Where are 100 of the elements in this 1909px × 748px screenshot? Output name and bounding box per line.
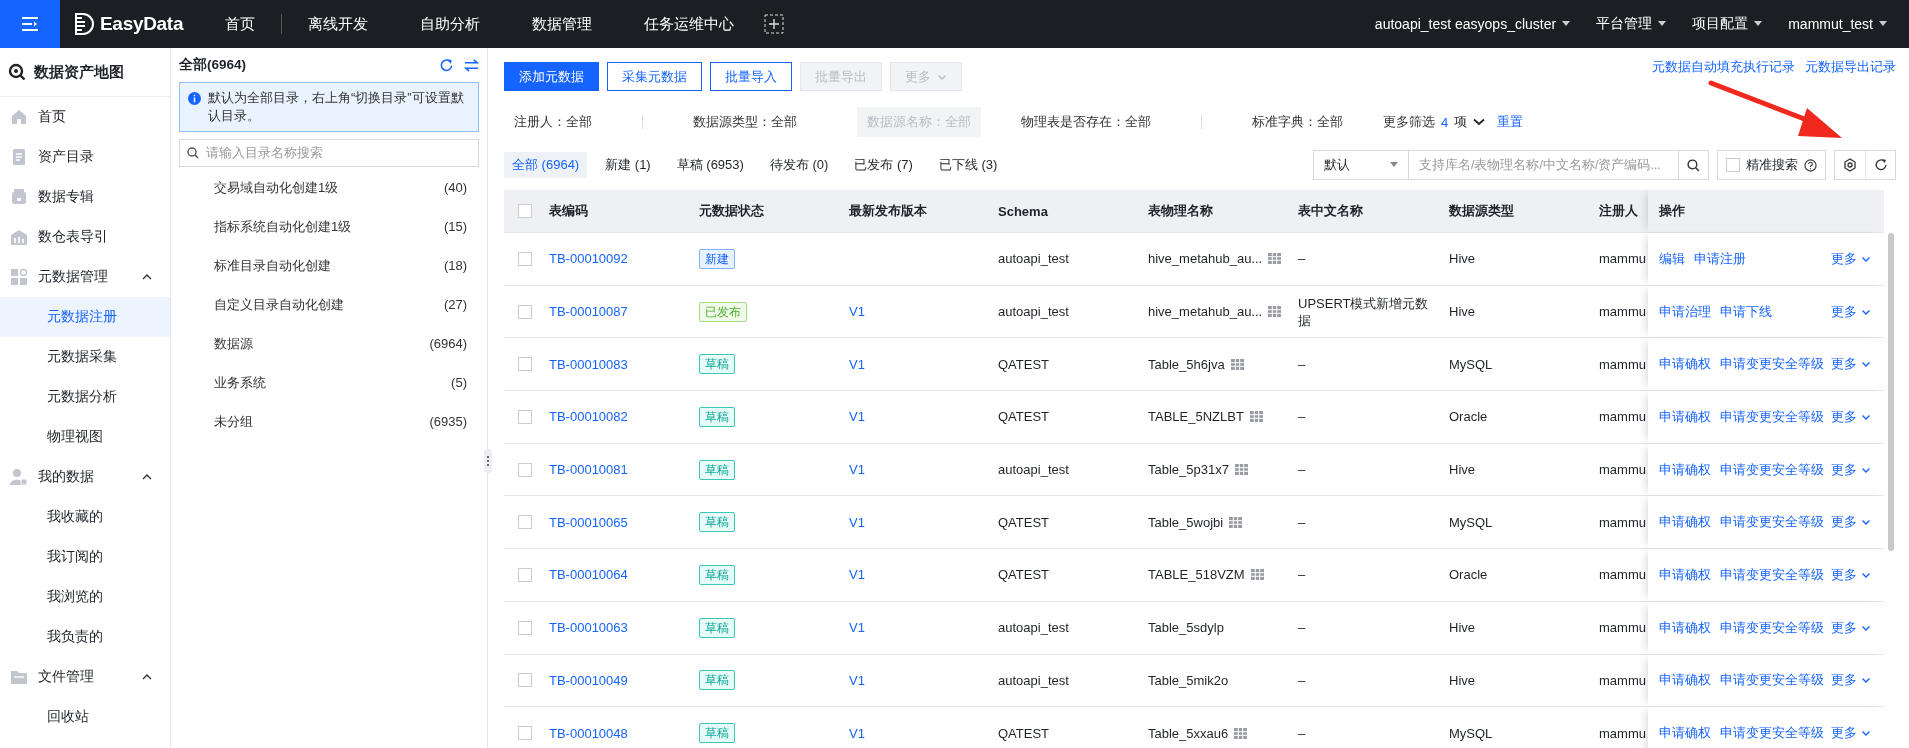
row-action-link[interactable]: 申请确权: [1659, 460, 1711, 479]
status-tab[interactable]: 草稿 (6953): [668, 152, 752, 178]
row-action-link[interactable]: 申请变更安全等级: [1720, 513, 1824, 532]
filter-dropdown[interactable]: 注册人：全部: [504, 113, 602, 131]
sidebar-item[interactable]: 物理视图: [0, 417, 170, 457]
more-actions-link[interactable]: 更多: [1831, 565, 1871, 584]
table-icon[interactable]: [1230, 358, 1244, 370]
row-action-link[interactable]: 申请注册: [1694, 249, 1746, 268]
version-link[interactable]: V1: [849, 514, 865, 530]
filter-dropdown[interactable]: 标准字典：全部: [1242, 113, 1353, 131]
row-action-link[interactable]: 申请确权: [1659, 671, 1711, 690]
sidebar-item[interactable]: 资产目录: [0, 137, 170, 177]
table-code-link[interactable]: TB-00010083: [549, 356, 628, 372]
status-tab[interactable]: 已下线 (3): [930, 152, 1006, 178]
table-code-link[interactable]: TB-00010063: [549, 620, 628, 636]
directory-item[interactable]: 自定义目录自动化创建 (27): [179, 285, 479, 324]
sidebar-item[interactable]: 我负责的: [0, 617, 170, 657]
version-link[interactable]: V1: [849, 672, 865, 688]
row-checkbox[interactable]: [518, 567, 532, 582]
nav-link[interactable]: 任务运维中心: [618, 14, 761, 34]
sidebar-item[interactable]: 元数据注册: [0, 297, 170, 337]
more-actions-link[interactable]: 更多: [1831, 513, 1871, 532]
version-link[interactable]: V1: [849, 304, 865, 320]
sidebar-item[interactable]: 元数据采集: [0, 337, 170, 377]
header-dropdown[interactable]: mammut_test: [1788, 16, 1887, 32]
precise-search-checkbox[interactable]: 精准搜索: [1717, 150, 1826, 180]
record-link[interactable]: 元数据导出记录: [1805, 58, 1896, 76]
sidebar-item[interactable]: 数仓表导引: [0, 217, 170, 257]
directory-item[interactable]: 标准目录自动化创建 (18): [179, 246, 479, 285]
version-link[interactable]: V1: [849, 409, 865, 425]
sidebar-group[interactable]: 元数据管理: [0, 257, 170, 297]
nav-link[interactable]: 数据管理: [506, 14, 619, 34]
directory-item[interactable]: 未分组 (6935): [179, 402, 479, 441]
table-code-link[interactable]: TB-00010065: [549, 514, 628, 530]
more-actions-link[interactable]: 更多: [1831, 618, 1871, 637]
search-button[interactable]: [1679, 150, 1709, 180]
status-tab[interactable]: 全部 (6964): [504, 152, 588, 178]
add-icon[interactable]: [764, 14, 785, 34]
table-icon[interactable]: [1249, 411, 1263, 423]
version-link[interactable]: V1: [849, 620, 865, 636]
row-checkbox[interactable]: [518, 304, 532, 319]
more-actions-link[interactable]: 更多: [1831, 460, 1871, 479]
row-action-link[interactable]: 申请确权: [1659, 618, 1711, 637]
row-action-link[interactable]: 申请确权: [1659, 724, 1711, 743]
table-code-link[interactable]: TB-00010048: [549, 725, 628, 741]
switch-icon[interactable]: [464, 57, 479, 73]
directory-item[interactable]: 指标系统自动化创建1级 (15): [179, 207, 479, 246]
record-link[interactable]: 元数据自动填充执行记录: [1652, 58, 1795, 76]
menu-button[interactable]: [0, 0, 60, 48]
sidebar-item[interactable]: 首页: [0, 97, 170, 137]
header-dropdown[interactable]: 平台管理: [1596, 15, 1667, 33]
version-link[interactable]: V1: [849, 567, 865, 583]
reset-link[interactable]: 重置: [1497, 113, 1524, 131]
row-checkbox[interactable]: [518, 462, 532, 477]
row-action-link[interactable]: 申请下线: [1720, 302, 1772, 321]
nav-link[interactable]: 自助分析: [394, 14, 507, 34]
directory-item[interactable]: 交易域自动化创建1级 (40): [179, 168, 479, 207]
sidebar-item[interactable]: 我浏览的: [0, 577, 170, 617]
table-icon[interactable]: [1250, 569, 1264, 581]
sidebar-item[interactable]: 回收站: [0, 697, 170, 737]
row-checkbox[interactable]: [518, 251, 532, 266]
header-dropdown[interactable]: autoapi_test easyops_cluster: [1374, 16, 1571, 32]
row-action-link[interactable]: 申请变更安全等级: [1720, 724, 1824, 743]
table-icon[interactable]: [1234, 464, 1248, 476]
scrollbar-thumb[interactable]: [1888, 233, 1894, 551]
row-action-link[interactable]: 申请变更安全等级: [1720, 671, 1824, 690]
more-actions-link[interactable]: 更多: [1831, 724, 1871, 743]
row-checkbox[interactable]: [518, 357, 532, 372]
row-checkbox[interactable]: [518, 515, 532, 530]
action-button[interactable]: 添加元数据: [504, 62, 599, 91]
header-dropdown[interactable]: 项目配置: [1692, 15, 1763, 33]
resize-handle[interactable]: [484, 449, 492, 473]
more-actions-link[interactable]: 更多: [1831, 671, 1871, 690]
sidebar-item[interactable]: 元数据分析: [0, 377, 170, 417]
more-actions-link[interactable]: 更多: [1831, 302, 1871, 321]
status-tab[interactable]: 已发布 (7): [846, 152, 921, 178]
version-link[interactable]: V1: [849, 462, 865, 478]
table-code-link[interactable]: TB-00010092: [549, 251, 628, 267]
nav-link[interactable]: 首页: [199, 14, 282, 34]
status-tab[interactable]: 待发布 (0): [761, 152, 837, 178]
more-actions-link[interactable]: 更多: [1831, 249, 1871, 268]
table-code-link[interactable]: TB-00010087: [549, 304, 628, 320]
row-action-link[interactable]: 申请确权: [1659, 513, 1711, 532]
table-code-link[interactable]: TB-00010082: [549, 409, 628, 425]
version-link[interactable]: V1: [849, 356, 865, 372]
table-icon[interactable]: [1234, 727, 1248, 739]
refresh-icon[interactable]: [439, 57, 454, 73]
row-checkbox[interactable]: [518, 726, 532, 741]
row-checkbox[interactable]: [518, 409, 532, 424]
more-actions-link[interactable]: 更多: [1831, 355, 1871, 374]
table-code-link[interactable]: TB-00010081: [549, 462, 628, 478]
filter-dropdown[interactable]: 数据源类型：全部: [683, 113, 807, 131]
sidebar-item[interactable]: 数据专辑: [0, 177, 170, 217]
search-field[interactable]: 请输入目录名称搜索: [179, 139, 479, 167]
more-filters-toggle[interactable]: 更多筛选 4 项: [1383, 113, 1486, 131]
row-action-link[interactable]: 申请变更安全等级: [1720, 355, 1824, 374]
directory-item[interactable]: 数据源 (6964): [179, 324, 479, 363]
sidebar-group[interactable]: 文件管理: [0, 657, 170, 697]
version-link[interactable]: V1: [849, 725, 865, 741]
more-actions-link[interactable]: 更多: [1831, 407, 1871, 426]
